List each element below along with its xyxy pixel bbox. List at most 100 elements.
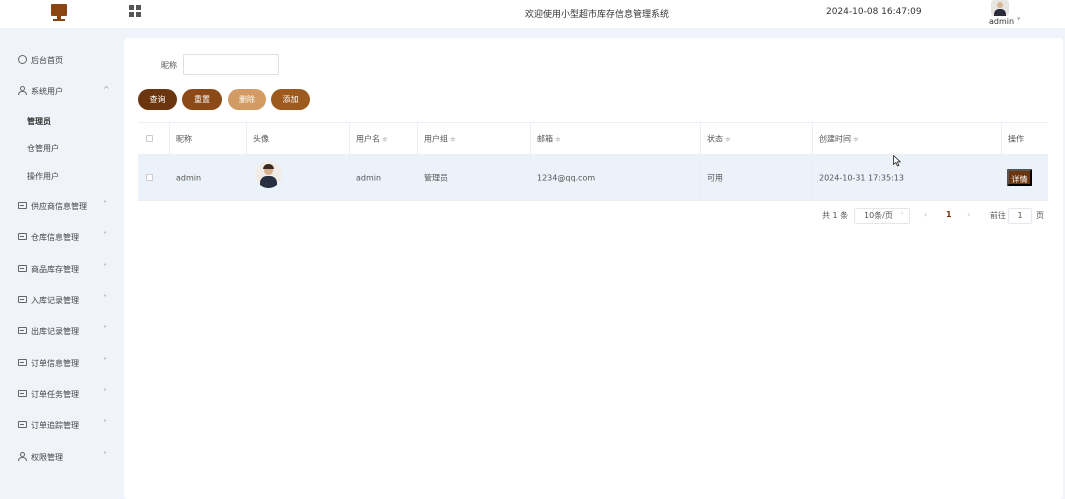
add-button[interactable]: 添加	[271, 89, 310, 110]
chevron-down-icon: ˅	[103, 263, 107, 272]
menu-grid-icon[interactable]	[129, 5, 141, 17]
search-label: 昵称	[161, 61, 177, 70]
column-header-email[interactable]: 邮箱 ≑	[530, 123, 700, 154]
sidebar-item-label: 操作用户	[27, 172, 59, 181]
user-name: admin	[989, 17, 1015, 26]
page-size-select[interactable]: 10条/页 ˅	[854, 208, 910, 224]
avatar-cell	[246, 155, 349, 200]
current-datetime: 2024-10-08 16:47:09	[826, 7, 922, 17]
group-cell: 管理员	[417, 155, 530, 200]
sidebar-item-label: 仓管用户	[27, 144, 59, 153]
sidebar-item-order-tracking[interactable]: 订单追踪管理 ˅	[0, 415, 122, 435]
card-icon	[18, 421, 27, 428]
chevron-down-icon: ˅	[103, 231, 107, 240]
user-avatar[interactable]	[991, 0, 1009, 16]
pagination-total: 共 1 条	[822, 211, 849, 220]
goto-label: 前往	[990, 211, 1006, 220]
user-icon	[18, 452, 27, 461]
sidebar-item-warehouse[interactable]: 仓库信息管理 ˅	[0, 227, 122, 247]
chevron-down-icon: ˅	[1016, 17, 1021, 26]
card-icon	[18, 296, 27, 303]
column-header-nickname: 昵称	[169, 123, 246, 154]
sidebar-item-label: 供应商信息管理	[31, 202, 87, 211]
sidebar-item-label: 订单追踪管理	[31, 421, 79, 430]
row-select-cell	[138, 155, 169, 200]
card-icon	[18, 202, 27, 209]
sidebar-item-label: 订单任务管理	[31, 390, 79, 399]
user-icon	[18, 86, 27, 95]
column-header-created[interactable]: 创建时间 ≑	[812, 123, 1001, 154]
sidebar-item-label: 入库记录管理	[31, 296, 79, 305]
chevron-down-icon: ˅	[103, 325, 107, 334]
chevron-down-icon: ˅	[103, 200, 107, 209]
column-header-avatar: 头像	[246, 123, 349, 154]
sidebar-item-orders[interactable]: 订单信息管理 ˅	[0, 353, 122, 373]
sidebar-item-supplier[interactable]: 供应商信息管理 ˅	[0, 196, 122, 216]
chevron-down-icon: ˅	[103, 357, 107, 366]
prev-page-button[interactable]: ‹	[924, 210, 927, 219]
card-icon	[18, 359, 27, 366]
column-header-actions: 操作	[1001, 123, 1048, 154]
sidebar-subitem-admins[interactable]: 管理员	[0, 112, 122, 130]
chevron-down-icon: ˅	[103, 388, 107, 397]
sidebar-item-order-tasks[interactable]: 订单任务管理 ˅	[0, 384, 122, 404]
row-checkbox[interactable]	[146, 173, 153, 181]
sidebar-item-home[interactable]: 后台首页	[0, 50, 122, 70]
user-menu[interactable]: admin ˅	[989, 17, 1021, 26]
nickname-search-input[interactable]	[183, 54, 279, 75]
sidebar-item-system-users[interactable]: 系统用户 ^	[0, 81, 122, 101]
card-icon	[18, 265, 27, 272]
card-icon	[18, 233, 27, 240]
email-cell: 1234@qq.com	[530, 155, 700, 200]
welcome-title: 欢迎使用小型超市库存信息管理系统	[525, 10, 670, 20]
goto-page-input[interactable]: 1	[1008, 208, 1032, 224]
avatar[interactable]	[255, 161, 282, 188]
sidebar-item-label: 权限管理	[31, 453, 63, 462]
card-icon	[18, 327, 27, 334]
created-cell: 2024-10-31 17:35:13	[812, 155, 1001, 200]
detail-button[interactable]: 详情	[1007, 169, 1032, 186]
select-all-cell	[138, 123, 169, 154]
card-icon	[18, 390, 27, 397]
sort-icon[interactable]: ≑	[382, 135, 388, 143]
reset-button[interactable]: 重置	[182, 89, 222, 110]
table-header: 昵称 头像 用户名 ≑ 用户组 ≑ 邮箱 ≑ 状态 ≑ 创建时间 ≑ 操作	[138, 122, 1048, 155]
top-header: 欢迎使用小型超市库存信息管理系统 2024-10-08 16:47:09 adm…	[0, 0, 1065, 28]
search-button[interactable]: 查询	[138, 89, 177, 110]
nickname-cell: admin	[169, 155, 246, 200]
column-header-username[interactable]: 用户名 ≑	[349, 123, 417, 154]
monitor-logo-icon	[50, 4, 68, 22]
sidebar-item-inbound[interactable]: 入库记录管理 ˅	[0, 290, 122, 310]
sidebar-item-stock[interactable]: 商品库存管理 ˅	[0, 259, 122, 279]
chevron-down-icon: ˅	[900, 212, 905, 220]
sidebar-item-outbound[interactable]: 出库记录管理 ˅	[0, 321, 122, 341]
chevron-down-icon: ˅	[103, 451, 107, 460]
username-cell: admin	[349, 155, 417, 200]
current-page-number[interactable]: 1	[946, 210, 952, 219]
sidebar-item-label: 出库记录管理	[31, 327, 79, 336]
table-row[interactable]: admin admin 管理员 1234@qq.com 可用 2024-10-3…	[138, 155, 1048, 201]
sort-icon[interactable]: ≑	[450, 135, 456, 143]
column-header-status[interactable]: 状态 ≑	[700, 123, 812, 154]
chevron-down-icon: ˅	[103, 294, 107, 303]
sidebar-item-permissions[interactable]: 权限管理 ˅	[0, 447, 122, 467]
delete-button[interactable]: 删除	[228, 89, 266, 110]
sidebar-item-label: 系统用户	[31, 87, 63, 96]
sort-icon[interactable]: ≑	[555, 135, 561, 143]
status-cell: 可用	[700, 155, 812, 200]
actions-cell: 详情	[1001, 155, 1048, 200]
column-header-group[interactable]: 用户组 ≑	[417, 123, 530, 154]
next-page-button[interactable]: ›	[967, 210, 970, 219]
sort-icon[interactable]: ≑	[853, 135, 859, 143]
chevron-up-icon: ^	[103, 85, 110, 94]
sidebar-item-label: 订单信息管理	[31, 359, 79, 368]
sidebar-item-label: 管理员	[27, 117, 51, 126]
clock-icon	[18, 55, 27, 64]
select-all-checkbox[interactable]	[146, 134, 153, 142]
mouse-cursor-icon	[893, 155, 901, 167]
sort-icon[interactable]: ≑	[725, 135, 731, 143]
sidebar-subitem-operator-users[interactable]: 操作用户	[0, 167, 122, 185]
sidebar-subitem-warehouse-users[interactable]: 仓管用户	[0, 139, 122, 157]
main-panel: 昵称 查询 重置 删除 添加 昵称 头像 用户名 ≑ 用户组 ≑ 邮箱 ≑ 状态…	[124, 38, 1063, 499]
sidebar-item-label: 仓库信息管理	[31, 233, 79, 242]
